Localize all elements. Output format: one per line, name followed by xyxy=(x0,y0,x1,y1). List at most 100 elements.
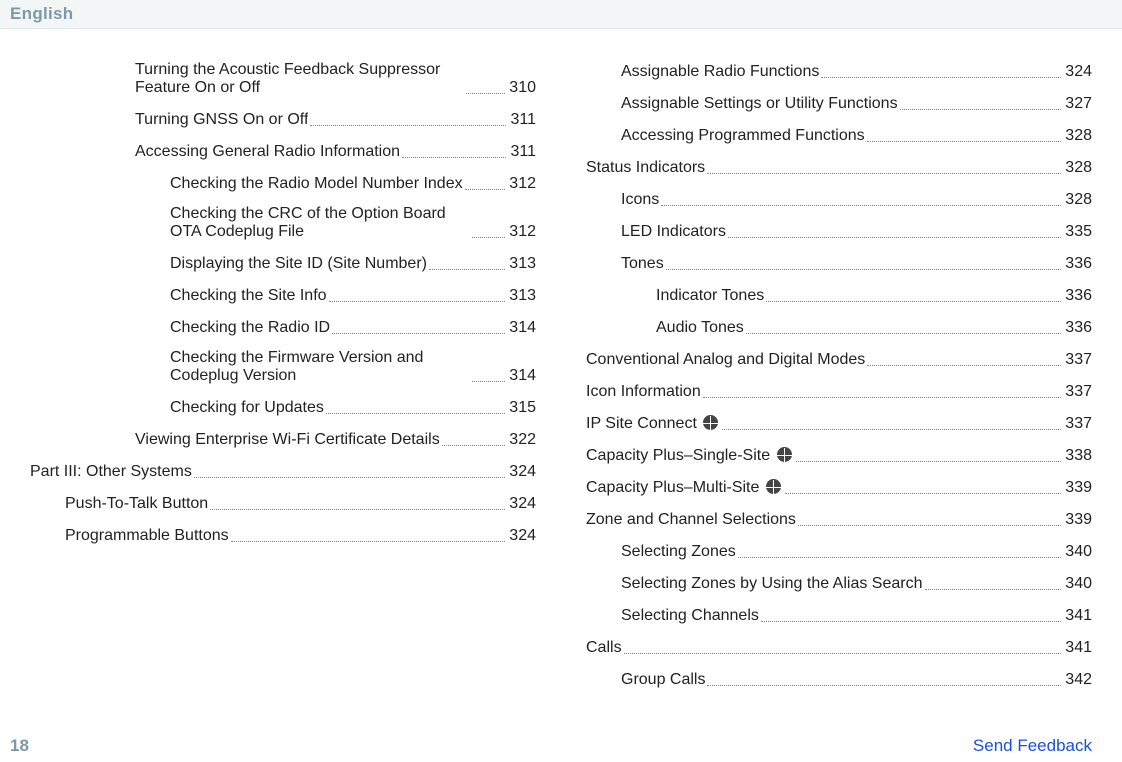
toc-entry-title: Turning the Acoustic Feedback Suppressor… xyxy=(135,61,464,97)
language-label: English xyxy=(10,4,74,23)
toc-leader xyxy=(761,605,1061,622)
toc-leader xyxy=(310,109,506,126)
toc-entry[interactable]: Indicator Tones336 xyxy=(656,285,1092,305)
toc-entry[interactable]: Turning the Acoustic Feedback Suppressor… xyxy=(135,61,536,97)
toc-entry[interactable]: Accessing Programmed Functions328 xyxy=(621,125,1092,145)
toc-entry-title: Accessing General Radio Information xyxy=(135,143,400,161)
toc-entry-page: 341 xyxy=(1065,639,1092,657)
toc-leader xyxy=(210,493,505,510)
toc-entry[interactable]: Accessing General Radio Information 311 xyxy=(135,141,536,161)
page-number: 18 xyxy=(10,736,29,756)
toc-leader xyxy=(798,509,1061,526)
toc-entry[interactable]: Checking for Updates315 xyxy=(170,397,536,417)
toc-leader xyxy=(738,541,1062,558)
toc-entry-page: 324 xyxy=(509,527,536,545)
toc-entry-title: Zone and Channel Selections xyxy=(586,511,796,529)
toc-entry-title: Indicator Tones xyxy=(656,287,764,305)
toc-entry-page: 339 xyxy=(1065,479,1092,497)
toc-leader xyxy=(707,669,1061,686)
toc-entry[interactable]: Group Calls342 xyxy=(621,669,1092,689)
toc-entry[interactable]: Part III: Other Systems324 xyxy=(30,461,536,481)
toc-leader xyxy=(472,221,505,238)
toc-entry-title: Icon Information xyxy=(586,383,701,401)
toc-entry[interactable]: Viewing Enterprise Wi-Fi Certificate Det… xyxy=(135,429,536,449)
toc-entry-title: Tones xyxy=(621,255,664,273)
toc-entry-page: 336 xyxy=(1065,319,1092,337)
toc-entry-page: 341 xyxy=(1065,607,1092,625)
toc-entry-title: Group Calls xyxy=(621,671,705,689)
toc-entry-page: 339 xyxy=(1065,511,1092,529)
toc-leader xyxy=(722,413,1061,430)
toc-leader xyxy=(661,189,1061,206)
footer: 18 Send Feedback xyxy=(10,736,1092,756)
toc-leader xyxy=(329,285,506,302)
toc-entry-page: 314 xyxy=(509,319,536,337)
toc-entry-title: Checking the Radio Model Number Index xyxy=(170,175,463,193)
toc-entry[interactable]: Status Indicators 328 xyxy=(586,157,1092,177)
toc-leader xyxy=(194,461,505,478)
toc-entry-page: 337 xyxy=(1065,415,1092,433)
toc-entry-page: 337 xyxy=(1065,383,1092,401)
toc-entry[interactable]: Checking the Radio Model Number Index 312 xyxy=(170,173,536,193)
toc-entry-page: 312 xyxy=(509,175,536,193)
globe-icon xyxy=(703,415,718,430)
toc-entry[interactable]: Programmable Buttons324 xyxy=(65,525,536,545)
toc-entry-page: 328 xyxy=(1065,159,1092,177)
toc-entry[interactable]: Selecting Channels341 xyxy=(621,605,1092,625)
toc-entry-title: Part III: Other Systems xyxy=(30,463,192,481)
toc-entry[interactable]: Displaying the Site ID (Site Number) 313 xyxy=(170,253,536,273)
toc-leader xyxy=(332,317,505,334)
globe-icon xyxy=(766,479,781,494)
toc-entry-page: 322 xyxy=(509,431,536,449)
toc-entry-page: 340 xyxy=(1065,543,1092,561)
toc-leader xyxy=(707,157,1061,174)
toc-entry[interactable]: Zone and Channel Selections 339 xyxy=(586,509,1092,529)
toc-entry[interactable]: LED Indicators335 xyxy=(621,221,1092,241)
toc-leader xyxy=(785,477,1061,494)
toc-entry[interactable]: Conventional Analog and Digital Modes337 xyxy=(586,349,1092,369)
toc-entry-title: Status Indicators xyxy=(586,159,705,177)
toc-leader xyxy=(821,61,1061,78)
toc-entry[interactable]: Icon Information 337 xyxy=(586,381,1092,401)
toc-entry[interactable]: Selecting Zones340 xyxy=(621,541,1092,561)
toc-entry-page: 313 xyxy=(509,287,536,305)
toc-entry[interactable]: Checking the Firmware Version and Codepl… xyxy=(170,349,536,385)
toc-leader xyxy=(429,253,505,270)
toc-leader xyxy=(900,93,1062,110)
toc-entry[interactable]: Audio Tones336 xyxy=(656,317,1092,337)
toc-entry[interactable]: Icons328 xyxy=(621,189,1092,209)
toc-entry[interactable]: Checking the Site Info313 xyxy=(170,285,536,305)
send-feedback-link[interactable]: Send Feedback xyxy=(973,736,1092,756)
toc-entry[interactable]: IP Site Connect 337 xyxy=(586,413,1092,433)
toc-column-right: Assignable Radio Functions324 Assignable … xyxy=(586,59,1092,695)
toc-entry-title: Displaying the Site ID (Site Number) xyxy=(170,255,427,273)
toc-entry[interactable]: Push-To-Talk Button324 xyxy=(65,493,536,513)
toc-entry[interactable]: Selecting Zones by Using the Alias Searc… xyxy=(621,573,1092,593)
toc-entry[interactable]: Checking the CRC of the Option Board OTA… xyxy=(170,205,536,241)
toc-entry-page: 313 xyxy=(509,255,536,273)
toc-leader xyxy=(466,77,505,94)
toc-entry[interactable]: Calls 341 xyxy=(586,637,1092,657)
toc-entry[interactable]: Checking the Radio ID314 xyxy=(170,317,536,337)
toc-entry[interactable]: Capacity Plus–Multi-Site 339 xyxy=(586,477,1092,497)
toc-entry-page: 310 xyxy=(509,79,536,97)
toc-entry[interactable]: Assignable Radio Functions324 xyxy=(621,61,1092,81)
toc-leader xyxy=(703,381,1062,398)
toc-leader xyxy=(766,285,1061,302)
toc-entry-title: Capacity Plus–Single-Site xyxy=(586,447,794,465)
toc-leader xyxy=(867,349,1061,366)
toc-entry-title: Calls xyxy=(586,639,622,657)
toc-entry-title: Assignable Settings or Utility Functions xyxy=(621,95,898,113)
toc-entry[interactable]: Turning GNSS On or Off311 xyxy=(135,109,536,129)
toc-entry-page: 311 xyxy=(510,143,536,161)
toc-columns: Turning the Acoustic Feedback Suppressor… xyxy=(0,29,1122,711)
toc-entry-page: 335 xyxy=(1065,223,1092,241)
toc-entry-page: 312 xyxy=(509,223,536,241)
toc-entry-title: Turning GNSS On or Off xyxy=(135,111,308,129)
toc-entry-title: Icons xyxy=(621,191,659,209)
toc-entry[interactable]: Tones 336 xyxy=(621,253,1092,273)
toc-entry[interactable]: Assignable Settings or Utility Functions… xyxy=(621,93,1092,113)
toc-entry-title: Capacity Plus–Multi-Site xyxy=(586,479,783,497)
toc-entry-page: 336 xyxy=(1065,255,1092,273)
toc-entry[interactable]: Capacity Plus–Single-Site 338 xyxy=(586,445,1092,465)
